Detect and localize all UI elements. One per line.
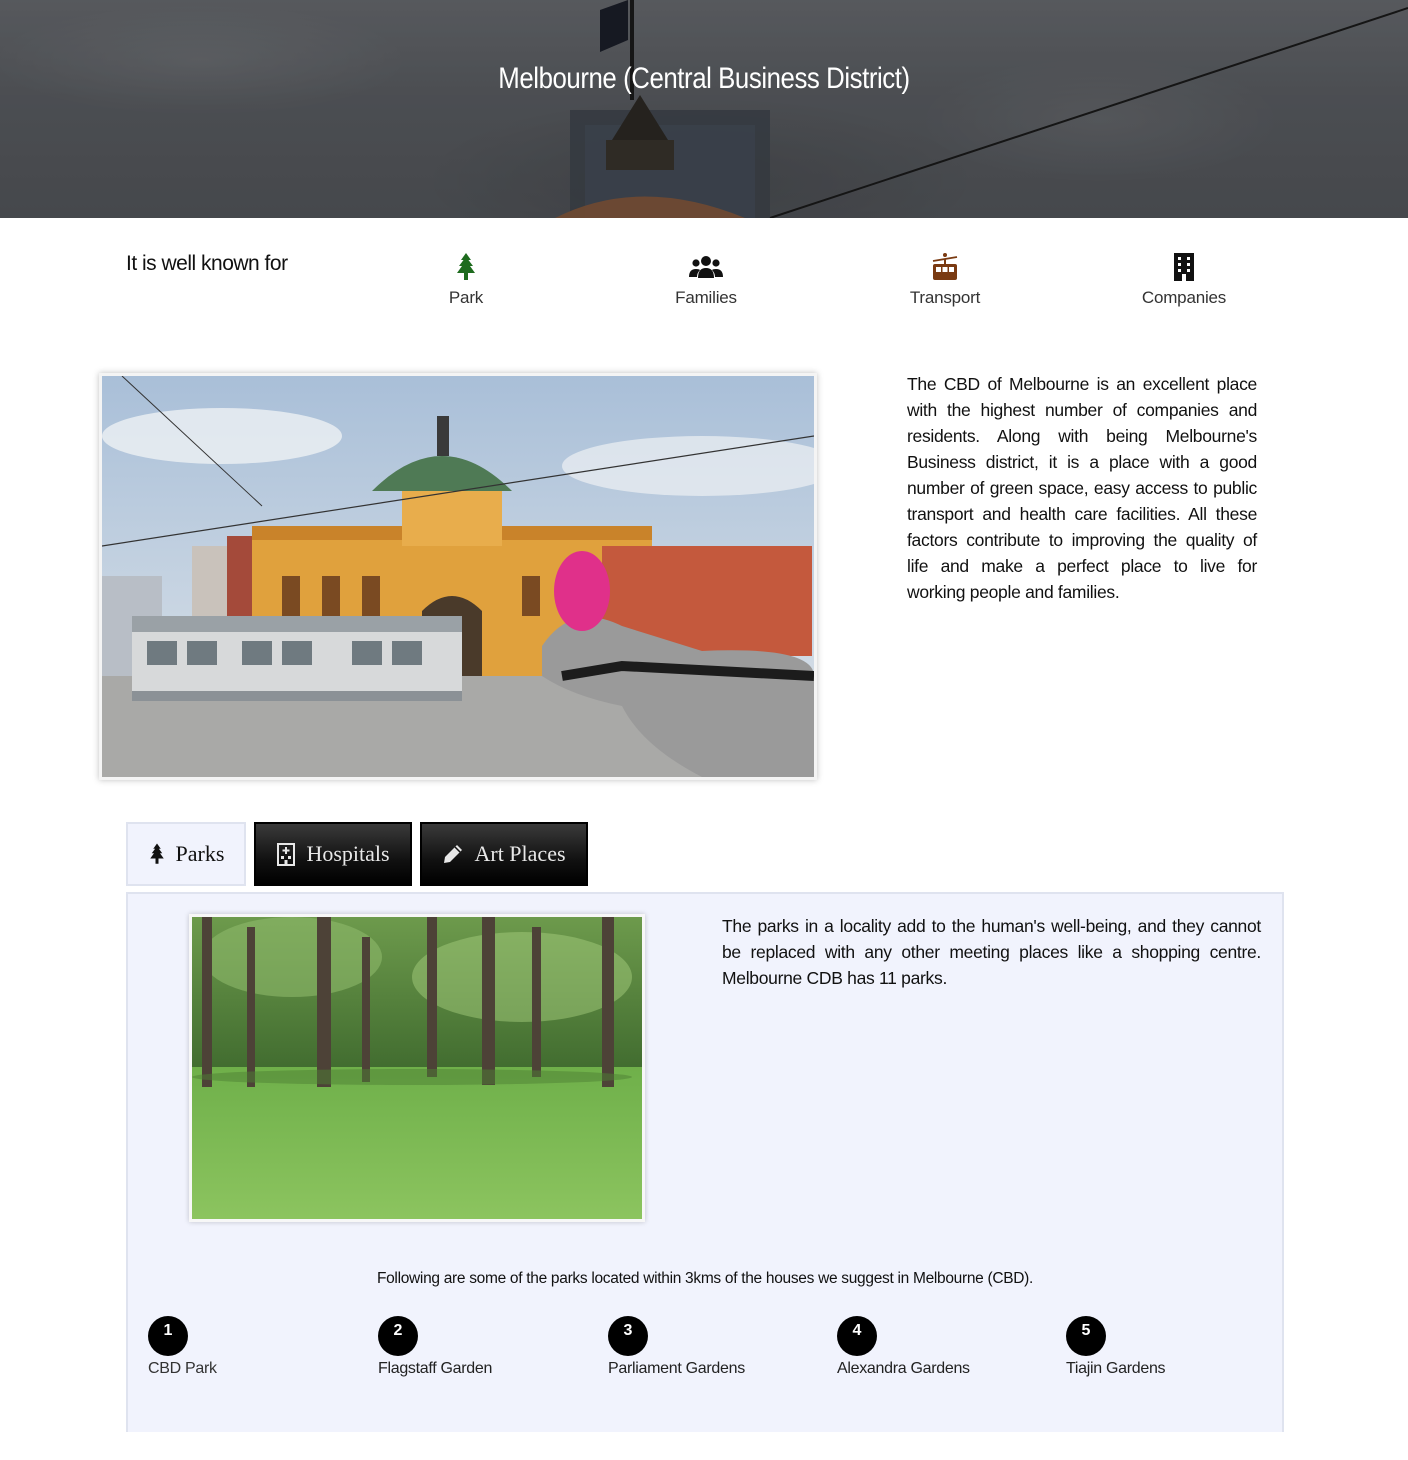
park-photo (189, 914, 645, 1222)
feature-label: Transport (909, 288, 981, 307)
park-list-item: 2 Flagstaff Garden (378, 1316, 492, 1378)
pencil-icon (442, 843, 464, 865)
flinders-station-photo (99, 373, 817, 780)
building-icon (1174, 253, 1194, 281)
cable-car-icon (932, 253, 958, 280)
page-title: Melbourne (Central Business District) (498, 62, 910, 95)
parks-list-intro: Following are some of the parks located … (376, 1270, 1034, 1287)
tab-label: Parks (175, 841, 225, 866)
feature-companies: Companies (1104, 252, 1264, 308)
park-list-item: 1 CBD Park (148, 1316, 217, 1378)
tree-icon (148, 842, 166, 866)
park-number-badge: 3 (608, 1316, 648, 1356)
users-icon (689, 256, 723, 278)
park-list-item: 3 Parliament Gardens (608, 1316, 745, 1378)
park-name: CBD Park (148, 1360, 217, 1377)
feature-label: Families (675, 288, 737, 307)
feature-park: Park (386, 252, 546, 308)
park-list-item: 5 Tiajin Gardens (1066, 1316, 1166, 1378)
park-number-badge: 1 (148, 1316, 188, 1356)
feature-label: Park (448, 288, 484, 307)
hero-banner: Melbourne (Central Business District) (0, 0, 1408, 218)
park-list-item: 4 Alexandra Gardens (837, 1316, 970, 1378)
tab-art-places[interactable]: Art Places (420, 822, 588, 886)
park-number-badge: 2 (378, 1316, 418, 1356)
parks-description: The parks in a locality add to the human… (722, 916, 1261, 988)
tab-hospitals[interactable]: Hospitals (254, 822, 412, 886)
park-name: Alexandra Gardens (837, 1360, 970, 1377)
hospital-icon (276, 842, 296, 866)
feature-families: Families (626, 252, 786, 308)
park-number-badge: 4 (837, 1316, 877, 1356)
feature-transport: Transport (865, 252, 1025, 308)
known-for-label: It is well known for (126, 252, 288, 275)
hero-background-image (0, 0, 1408, 218)
tree-icon (457, 253, 475, 280)
park-name: Tiajin Gardens (1066, 1360, 1166, 1377)
tab-label: Art Places (474, 841, 566, 866)
park-name: Flagstaff Garden (378, 1360, 493, 1377)
tab-label: Hospitals (306, 841, 390, 866)
tab-parks[interactable]: Parks (126, 822, 246, 886)
intro-paragraph: The CBD of Melbourne is an excellent pla… (907, 374, 1257, 602)
park-number-badge: 5 (1066, 1316, 1106, 1356)
park-name: Parliament Gardens (608, 1360, 745, 1377)
feature-label: Companies (1141, 288, 1227, 307)
